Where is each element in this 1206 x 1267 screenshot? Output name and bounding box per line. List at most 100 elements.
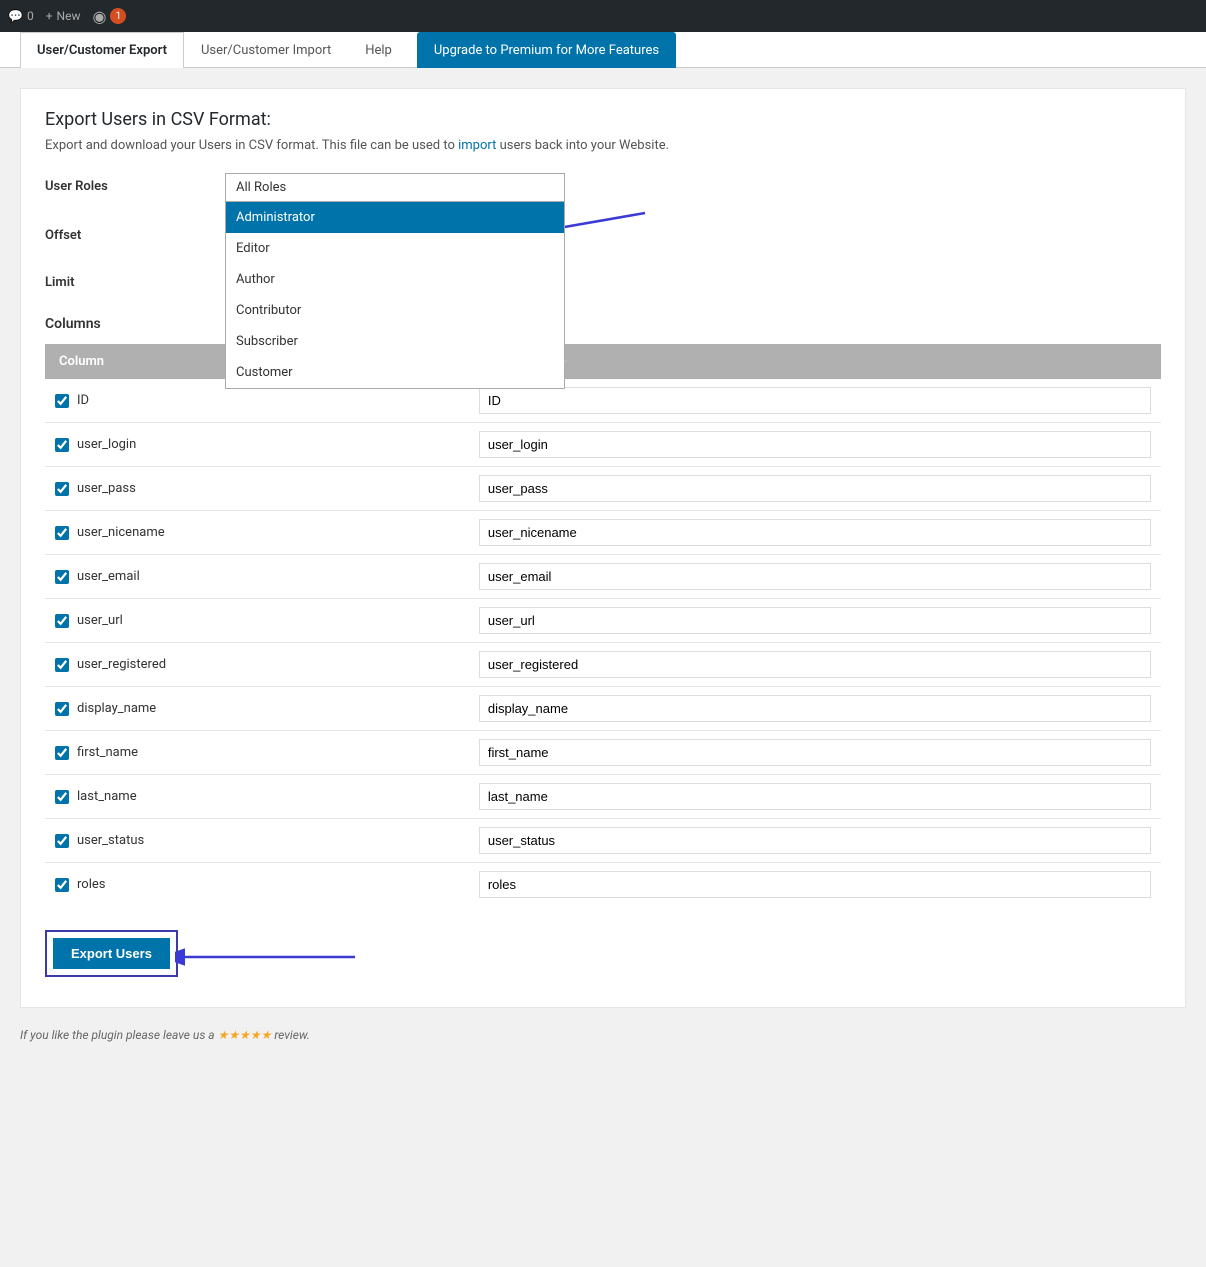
col-check-cell: user_email <box>45 555 469 599</box>
dropdown-option-customer[interactable]: Customer <box>226 357 564 388</box>
col-checkbox-user_login[interactable] <box>55 438 69 452</box>
col-name-input-user_login[interactable] <box>479 431 1151 458</box>
table-row: user_url <box>45 599 1161 643</box>
col-name-input-first_name[interactable] <box>479 739 1151 766</box>
columns-label: Columns <box>45 316 1161 332</box>
comment-bubble-icon: 💬 <box>8 9 23 23</box>
col-name-input-id[interactable] <box>479 387 1151 414</box>
admin-bar-new[interactable]: + New <box>46 9 81 23</box>
tab-export[interactable]: User/Customer Export <box>20 32 184 68</box>
col-name-input-user_status[interactable] <box>479 827 1151 854</box>
plugin-badge: 1 <box>110 8 126 24</box>
table-header: Column Column Name <box>45 344 1161 379</box>
col-name-cell <box>469 819 1161 863</box>
table-row: display_name <box>45 687 1161 731</box>
wp-icon: ◉ <box>92 7 106 26</box>
col-name-cell <box>469 731 1161 775</box>
col-checkbox-user_url[interactable] <box>55 614 69 628</box>
import-link[interactable]: import <box>458 138 496 153</box>
user-roles-label: User Roles <box>45 173 225 194</box>
col-check-cell: user_url <box>45 599 469 643</box>
col-name-input-user_pass[interactable] <box>479 475 1151 502</box>
col-name-input-user_url[interactable] <box>479 607 1151 634</box>
dropdown-list: Administrator Editor Author Contributor … <box>225 202 565 389</box>
dropdown-option-author[interactable]: Author <box>226 264 564 295</box>
col-name-cell <box>469 555 1161 599</box>
table-row: first_name <box>45 731 1161 775</box>
dropdown-placeholder[interactable]: All Roles <box>225 173 565 202</box>
offset-row: Offset <box>45 222 1161 249</box>
col-label-user_url: user_url <box>77 613 123 628</box>
tab-help[interactable]: Help <box>348 32 409 68</box>
col-name-cell <box>469 775 1161 819</box>
dropdown-option-contributor[interactable]: Contributor <box>226 295 564 326</box>
col-name-input-last_name[interactable] <box>479 783 1151 810</box>
table-row: last_name <box>45 775 1161 819</box>
admin-bar-comments: 💬 0 <box>8 9 34 23</box>
dropdown-option-subscriber[interactable]: Subscriber <box>226 326 564 357</box>
col-checkbox-id[interactable] <box>55 394 69 408</box>
main-content: Export Users in CSV Format: Export and d… <box>20 88 1186 1008</box>
col-checkbox-display_name[interactable] <box>55 702 69 716</box>
footer: If you like the plugin please leave us a… <box>20 1028 1186 1042</box>
footer-text: If you like the plugin please leave us a <box>20 1028 215 1042</box>
col-checkbox-user_status[interactable] <box>55 834 69 848</box>
limit-label: Limit <box>45 269 225 290</box>
col-check-cell: user_login <box>45 423 469 467</box>
dropdown-option-administrator[interactable]: Administrator <box>226 202 564 233</box>
review-link[interactable]: ★★★★★ <box>218 1028 275 1042</box>
table-row: ID <box>45 379 1161 423</box>
col-checkbox-first_name[interactable] <box>55 746 69 760</box>
col-name-cell <box>469 863 1161 907</box>
col-name-cell <box>469 423 1161 467</box>
col-checkbox-roles[interactable] <box>55 878 69 892</box>
tabs-bar: User/Customer Export User/Customer Impor… <box>0 32 1206 68</box>
col-check-cell: last_name <box>45 775 469 819</box>
tab-import[interactable]: User/Customer Import <box>184 32 348 68</box>
user-roles-row: User Roles All Roles Administrator Edito… <box>45 173 1161 202</box>
table-row: roles <box>45 863 1161 907</box>
col-name-cell <box>469 467 1161 511</box>
col-label-last_name: last_name <box>77 789 137 804</box>
col-name-cell <box>469 687 1161 731</box>
col-check-cell: user_nicename <box>45 511 469 555</box>
col-label-user_status: user_status <box>77 833 144 848</box>
table-body: IDuser_loginuser_passuser_nicenameuser_e… <box>45 379 1161 906</box>
col-name-cell <box>469 643 1161 687</box>
col-checkbox-last_name[interactable] <box>55 790 69 804</box>
export-area: Export Users <box>45 930 178 977</box>
col-label-roles: roles <box>77 877 105 892</box>
col-checkbox-user_pass[interactable] <box>55 482 69 496</box>
tab-upgrade[interactable]: Upgrade to Premium for More Features <box>417 32 676 68</box>
col-name-input-user_registered[interactable] <box>479 651 1151 678</box>
col-checkbox-user_email[interactable] <box>55 570 69 584</box>
col-check-cell: roles <box>45 863 469 907</box>
col-checkbox-user_nicename[interactable] <box>55 526 69 540</box>
col-label-display_name: display_name <box>77 701 156 716</box>
arrow-annotation-export <box>175 942 375 972</box>
col-name-input-user_email[interactable] <box>479 563 1151 590</box>
col-label-user_email: user_email <box>77 569 140 584</box>
col-name-input-roles[interactable] <box>479 871 1151 898</box>
col-label-id: ID <box>77 393 89 408</box>
export-btn-wrapper: Export Users <box>45 930 178 977</box>
columns-table: Column Column Name IDuser_loginuser_pass… <box>45 344 1161 906</box>
col-check-cell: user_status <box>45 819 469 863</box>
col-name-input-display_name[interactable] <box>479 695 1151 722</box>
col-label-user_registered: user_registered <box>77 657 166 672</box>
col-label-first_name: first_name <box>77 745 138 760</box>
export-users-button[interactable]: Export Users <box>53 938 170 969</box>
col-name-input-user_nicename[interactable] <box>479 519 1151 546</box>
col-checkbox-user_registered[interactable] <box>55 658 69 672</box>
admin-bar: 💬 0 + New ◉ 1 <box>0 0 1206 32</box>
user-roles-dropdown[interactable]: All Roles Administrator Editor Author Co… <box>225 173 565 202</box>
table-row: user_registered <box>45 643 1161 687</box>
col-name-cell <box>469 511 1161 555</box>
col-check-cell: display_name <box>45 687 469 731</box>
dropdown-option-editor[interactable]: Editor <box>226 233 564 264</box>
col-name-cell <box>469 379 1161 423</box>
offset-label: Offset <box>45 222 225 243</box>
admin-bar-plugin: ◉ 1 <box>92 7 126 26</box>
plus-icon: + <box>46 9 53 23</box>
col-check-cell: first_name <box>45 731 469 775</box>
